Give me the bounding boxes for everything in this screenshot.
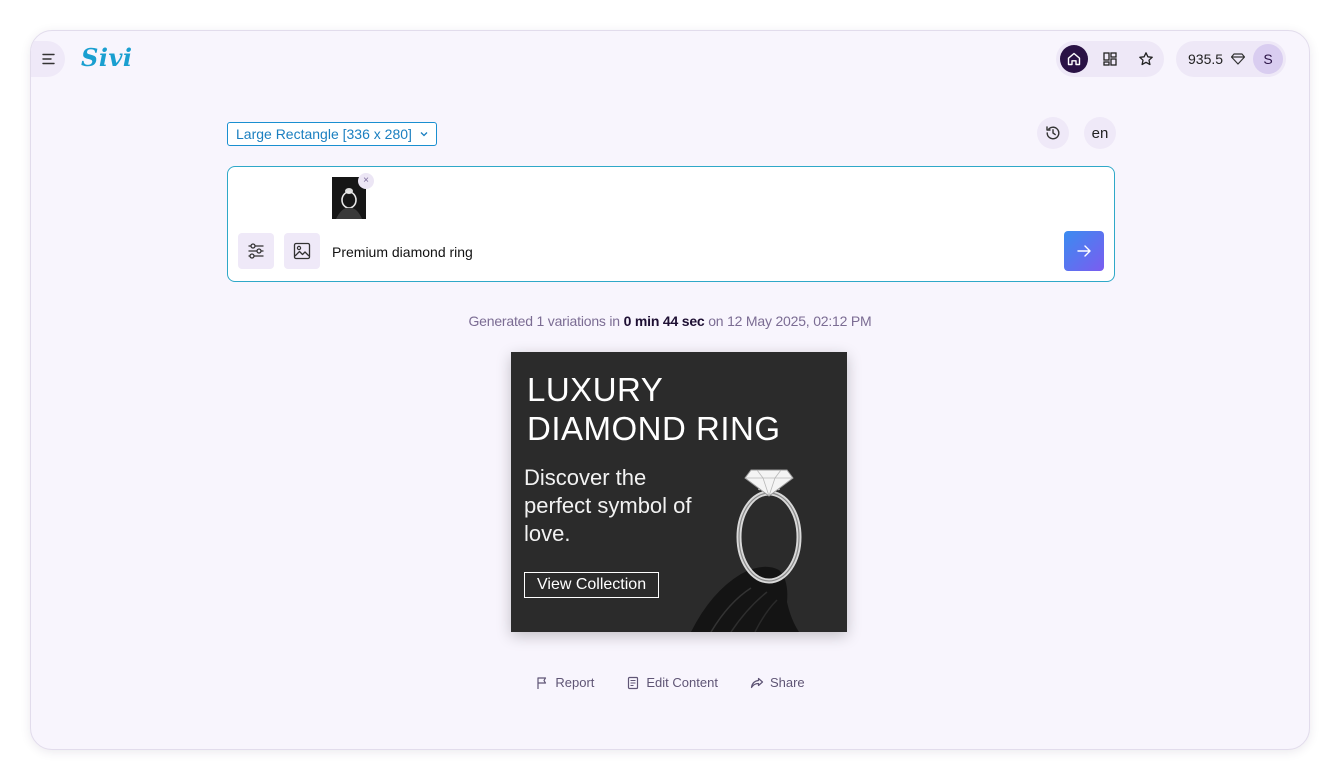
ring-image <box>691 469 802 632</box>
main-nav <box>1056 41 1164 77</box>
generation-prefix: Generated 1 variations in <box>468 313 620 329</box>
ad-headline-line1: LUXURY <box>527 371 664 408</box>
result-actions: Report Edit Content Share <box>31 675 1309 690</box>
apps-grid-icon <box>1103 52 1117 66</box>
add-image-button[interactable] <box>284 233 320 269</box>
prompt-input[interactable] <box>332 241 1052 263</box>
image-icon <box>293 242 311 260</box>
diamond-icon <box>1231 53 1246 65</box>
app-window: Sivi 935.5 S Large Rectangle [336 x 280]… <box>30 30 1310 750</box>
history-button[interactable] <box>1037 117 1069 149</box>
generation-duration: 0 min 44 sec <box>623 313 705 329</box>
ad-size-label: Large Rectangle [336 x 280] <box>236 126 412 142</box>
generation-info: Generated 1 variations in 0 min 44 sec o… <box>31 313 1309 329</box>
credits-pill[interactable]: 935.5 S <box>1176 41 1286 77</box>
document-icon <box>628 676 639 689</box>
prompt-box: × <box>227 166 1115 282</box>
generation-date: on 12 May 2025, 02:12 PM <box>708 313 872 329</box>
app-logo[interactable]: Sivi <box>81 43 133 72</box>
share-button[interactable]: Share <box>750 675 805 690</box>
ad-size-select[interactable]: Large Rectangle [336 x 280] <box>227 122 437 146</box>
report-label: Report <box>555 675 595 690</box>
arrow-right-icon <box>1077 245 1091 257</box>
ad-cta-button[interactable]: View Collection <box>524 572 660 598</box>
menu-icon <box>42 53 55 65</box>
edit-content-button[interactable]: Edit Content <box>626 675 718 690</box>
ad-preview[interactable]: LUXURY DIAMOND RING Discover the perfect… <box>511 352 847 632</box>
favorites-button[interactable] <box>1132 45 1160 73</box>
share-icon <box>750 677 764 688</box>
flag-icon <box>537 676 547 689</box>
apps-button[interactable] <box>1096 45 1124 73</box>
credits-value: 935.5 <box>1188 51 1224 67</box>
chevron-down-icon <box>420 132 428 137</box>
star-icon <box>1139 52 1153 66</box>
sliders-icon <box>248 243 264 259</box>
history-icon <box>1046 126 1060 140</box>
generate-button[interactable] <box>1064 231 1104 271</box>
home-icon <box>1067 52 1081 66</box>
home-button[interactable] <box>1060 45 1088 73</box>
remove-image-button[interactable]: × <box>358 173 374 189</box>
report-button[interactable]: Report <box>535 675 594 690</box>
menu-button[interactable] <box>31 41 65 77</box>
ad-headline-line2: DIAMOND RING <box>527 410 781 447</box>
settings-button[interactable] <box>238 233 274 269</box>
language-button[interactable]: en <box>1084 117 1116 149</box>
user-avatar[interactable]: S <box>1253 44 1283 74</box>
edit-content-label: Edit Content <box>646 675 718 690</box>
ad-headline: LUXURY DIAMOND RING <box>527 370 827 448</box>
share-label: Share <box>769 675 805 690</box>
